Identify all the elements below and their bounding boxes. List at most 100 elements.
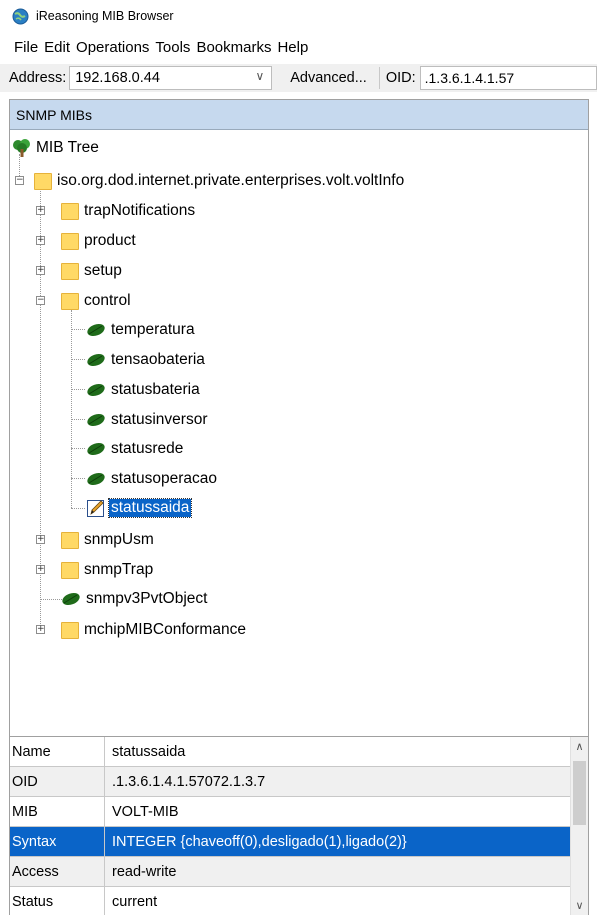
property-key: Name (10, 737, 105, 766)
expand-icon[interactable]: + (36, 266, 45, 275)
tree-node-label: snmpTrap (84, 561, 154, 578)
menu-tools[interactable]: Tools (155, 39, 190, 56)
property-key: OID (10, 767, 105, 796)
folder-icon (61, 531, 79, 549)
tree-icon (13, 139, 30, 157)
expand-icon[interactable]: + (36, 236, 45, 245)
tree-node-label: snmpUsm (84, 531, 154, 548)
property-value: read-write (112, 863, 177, 880)
tree-leaf-statusoperacao[interactable]: statusoperacao (86, 467, 217, 491)
tree-leaf-statusbateria[interactable]: statusbateria (86, 378, 200, 402)
tree-node-label-selected: statussaida (107, 498, 193, 518)
property-value: INTEGER {chaveoff(0),desligado(1),ligado… (112, 833, 407, 850)
property-key: Status (10, 887, 105, 915)
menu-bar: File Edit Operations Tools Bookmarks Hel… (0, 35, 314, 59)
tree-connector (71, 508, 85, 509)
folder-icon (61, 232, 79, 250)
tree-node-label: setup (84, 262, 122, 279)
collapse-icon[interactable]: − (15, 176, 24, 185)
menu-help[interactable]: Help (277, 39, 308, 56)
properties-table: Name statussaida OID .1.3.6.1.4.1.57072.… (10, 736, 588, 915)
advanced-button[interactable]: Advanced... (284, 66, 373, 90)
tree-connector (40, 599, 62, 600)
tree-leaf-temperatura[interactable]: temperatura (86, 318, 195, 342)
tree-node-label: statusbateria (111, 381, 200, 398)
address-label: Address: (9, 70, 67, 86)
leaf-icon (87, 353, 105, 367)
property-key: Access (10, 857, 105, 886)
oid-input[interactable]: .1.3.6.1.4.1.57 (419, 66, 597, 90)
scroll-down-icon[interactable]: ∨ (571, 896, 588, 915)
scroll-up-icon[interactable]: ∧ (571, 737, 588, 757)
title-bar: iReasoning MIB Browser (0, 0, 597, 32)
expand-icon[interactable]: + (36, 206, 45, 215)
property-row-name[interactable]: Name statussaida (10, 737, 572, 767)
tree-connector (71, 359, 85, 360)
tree-node-label: iso.org.dod.internet.private.enterprises… (57, 172, 405, 189)
app-globe-icon (12, 8, 29, 24)
snmp-mibs-panel: SNMP MIBs MIB Tree − iso.org.dod.interne… (9, 99, 589, 915)
leaf-icon (87, 323, 105, 337)
tree-node-label: mchipMIBConformance (84, 621, 246, 638)
leaf-icon (62, 592, 80, 606)
tree-node-label: control (84, 292, 131, 309)
leaf-icon (87, 472, 105, 486)
property-row-oid[interactable]: OID .1.3.6.1.4.1.57072.1.3.7 (10, 767, 572, 797)
menu-bookmarks[interactable]: Bookmarks (196, 39, 271, 56)
tree-node-control[interactable]: control (61, 289, 131, 313)
collapse-icon[interactable]: − (36, 296, 45, 305)
menu-file[interactable]: File (14, 39, 38, 56)
folder-icon (61, 202, 79, 220)
tree-connector (40, 184, 41, 626)
tree-node-label: product (84, 232, 136, 249)
tree-leaf-statusinversor[interactable]: statusinversor (86, 408, 207, 432)
menu-edit[interactable]: Edit (44, 39, 70, 56)
tree-connector (71, 478, 85, 479)
tree-node-label: temperatura (111, 321, 195, 338)
tree-node-voltinfo[interactable]: iso.org.dod.internet.private.enterprises… (34, 169, 404, 193)
tree-leaf-snmpv3pvtobject[interactable]: snmpv3PvtObject (61, 587, 207, 611)
property-value: current (112, 893, 158, 910)
property-row-access[interactable]: Access read-write (10, 857, 572, 887)
edit-pencil-icon (87, 500, 104, 517)
tree-leaf-statussaida[interactable]: statussaida (86, 496, 193, 520)
tree-root-label: MIB Tree (36, 139, 99, 156)
tree-leaf-tensaobateria[interactable]: tensaobateria (86, 348, 205, 372)
tree-leaf-statusrede[interactable]: statusrede (86, 437, 183, 461)
property-key: MIB (10, 797, 105, 826)
tree-node-trapnotifications[interactable]: trapNotifications (61, 199, 195, 223)
tree-node-product[interactable]: product (61, 229, 136, 253)
expand-icon[interactable]: + (36, 565, 45, 574)
oid-value: .1.3.6.1.4.1.57 (424, 70, 515, 86)
mib-tree[interactable]: MIB Tree − iso.org.dod.internet.private.… (10, 130, 588, 736)
address-combobox[interactable]: 192.168.0.44 ∨ (69, 66, 273, 90)
menu-operations[interactable]: Operations (76, 39, 149, 56)
folder-icon (61, 561, 79, 579)
panel-header: SNMP MIBs (10, 100, 588, 130)
tree-node-mchipmibconformance[interactable]: mchipMIBConformance (61, 618, 246, 642)
tree-node-label: trapNotifications (84, 202, 196, 219)
tree-node-label: tensaobateria (111, 351, 205, 368)
tree-root[interactable]: MIB Tree (12, 136, 99, 160)
property-value: statussaida (112, 743, 186, 760)
tree-node-label: statusrede (111, 440, 184, 457)
expand-icon[interactable]: + (36, 535, 45, 544)
tree-connector (71, 448, 85, 449)
property-key: Syntax (10, 827, 105, 856)
tree-node-label: statusinversor (111, 411, 208, 428)
property-row-status[interactable]: Status current (10, 887, 572, 915)
expand-icon[interactable]: + (36, 625, 45, 634)
chevron-down-icon[interactable]: ∨ (255, 69, 264, 83)
property-row-syntax[interactable]: Syntax INTEGER {chaveoff(0),desligado(1)… (10, 827, 572, 857)
oid-label: OID: (385, 70, 416, 86)
tree-node-snmptrap[interactable]: snmpTrap (61, 558, 153, 582)
property-row-mib[interactable]: MIB VOLT-MIB (10, 797, 572, 827)
scroll-thumb[interactable] (573, 761, 586, 825)
property-value: .1.3.6.1.4.1.57072.1.3.7 (112, 773, 266, 790)
tree-node-snmpusm[interactable]: snmpUsm (61, 528, 154, 552)
folder-icon (34, 172, 52, 190)
window-title: iReasoning MIB Browser (36, 9, 174, 23)
tree-node-setup[interactable]: setup (61, 259, 122, 283)
leaf-icon (87, 413, 105, 427)
vertical-scrollbar[interactable]: ∧ ∨ (570, 737, 588, 915)
